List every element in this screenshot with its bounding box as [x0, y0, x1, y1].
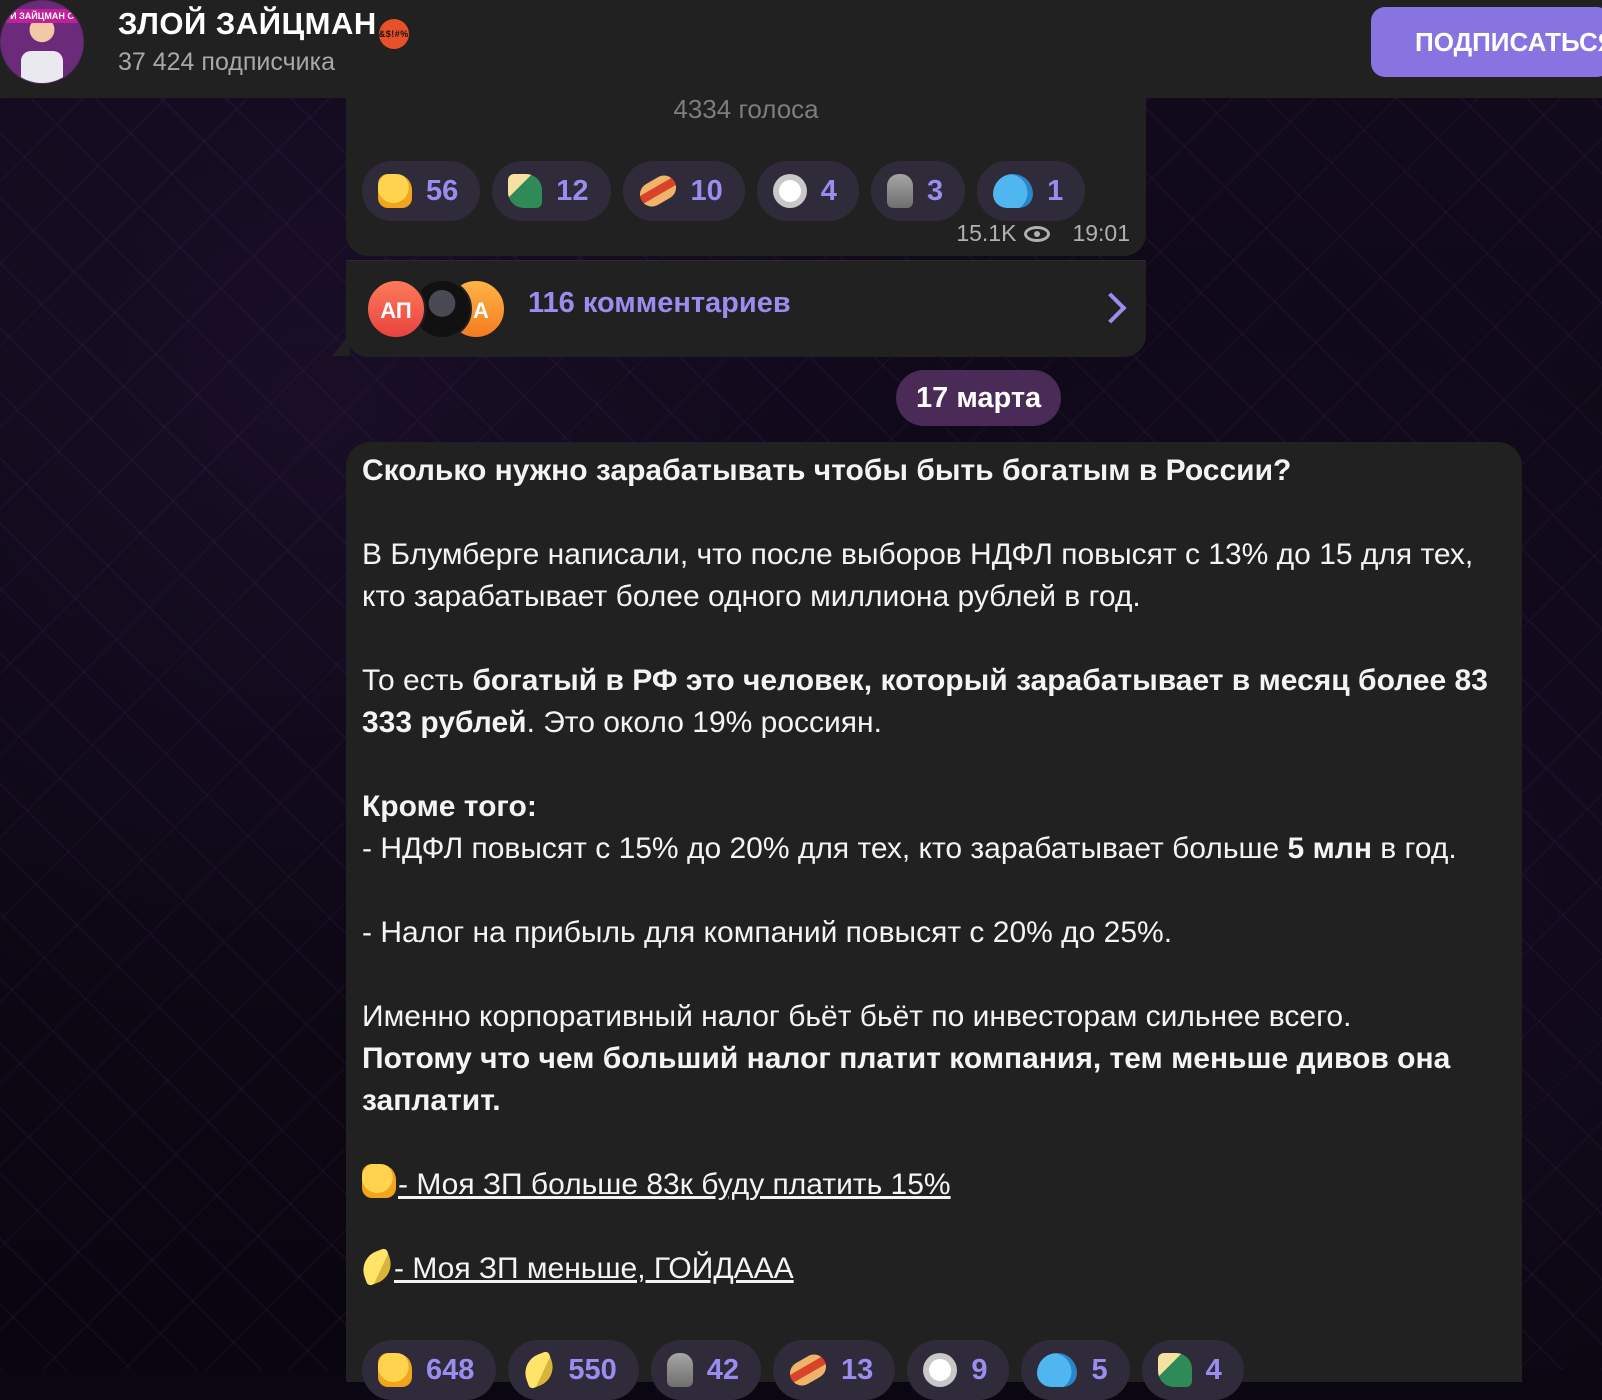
text-fragment: То есть: [362, 664, 473, 697]
thumbs-up-icon: [362, 1164, 396, 1198]
dove-icon: [923, 1353, 958, 1387]
reactions-bar: 56 12 10 4 3 1: [362, 161, 1086, 221]
reaction-hotdog[interactable]: 13: [773, 1340, 896, 1400]
previous-message: 4334 голоса 56 12 10 4 3 1 15.1K 19:01: [346, 94, 1146, 256]
post-reactions-bar: 648 550 42 13 9 5 4: [362, 1340, 1244, 1400]
channel-post: Сколько нужно зарабатывать чтобы быть бо…: [346, 442, 1522, 1400]
channel-title-text: ЗЛОЙ ЗАЙЦМАН: [118, 6, 377, 41]
reaction-count: 9: [971, 1353, 988, 1386]
reaction-whale[interactable]: 1: [977, 161, 1086, 221]
banana-icon: [520, 1350, 559, 1390]
reaction-dove[interactable]: 4: [756, 161, 859, 221]
subscribe-button[interactable]: ПОДПИСАТЬСЯ: [1371, 7, 1602, 77]
poll-votes-count: 4334 голоса: [673, 94, 819, 124]
channel-avatar[interactable]: И ЗАЙЦМАН С: [0, 0, 84, 84]
reaction-count: 4: [820, 174, 837, 207]
angry-face-icon: &$!#%: [378, 19, 409, 49]
reaction-champagne[interactable]: 12: [492, 161, 611, 221]
post-paragraph: То есть богатый в РФ это человек, которы…: [362, 660, 1492, 744]
post-paragraph: В Блумберге написали, что после выборов …: [362, 538, 1474, 613]
hotdog-icon: [635, 171, 680, 211]
post-title: Сколько нужно зарабатывать чтобы быть бо…: [362, 454, 1292, 487]
post-subheading: Кроме того:: [362, 790, 537, 823]
text-fragment: в год.: [1371, 832, 1457, 865]
reaction-thumbs-up[interactable]: 56: [362, 161, 481, 221]
reaction-count: 56: [426, 174, 459, 207]
vote-text: - Моя ЗП больше 83к буду платить 15%: [398, 1168, 951, 1201]
reaction-whale[interactable]: 5: [1021, 1340, 1130, 1400]
post-paragraph: - Налог на прибыль для компаний повысят …: [362, 916, 1173, 949]
reaction-count: 12: [556, 174, 589, 207]
text-fragment: . Это около 19% россиян.: [526, 706, 882, 739]
channel-title[interactable]: ЗЛОЙ ЗАЙЦМАН &$!#%: [118, 6, 409, 49]
vote-option-2: - Моя ЗП меньше, ГОЙДААА: [357, 1247, 1492, 1290]
eye-icon: [1024, 225, 1051, 242]
message-meta: 15.1K 19:01: [956, 220, 1130, 247]
reaction-count: 3: [926, 174, 944, 207]
reaction-dove[interactable]: 9: [907, 1340, 1010, 1400]
reaction-moai[interactable]: 3: [870, 161, 966, 221]
hotdog-icon: [785, 1350, 831, 1390]
thumbs-up-icon: [378, 1353, 412, 1387]
reaction-count: 4: [1205, 1353, 1222, 1386]
post-paragraph-bold: Потому что чем больший налог платит комп…: [362, 1042, 1451, 1117]
whale-icon: [993, 174, 1034, 208]
reaction-champagne[interactable]: 4: [1141, 1340, 1244, 1400]
commenter-avatar: АП: [366, 279, 426, 339]
views-count: 15.1K: [956, 220, 1017, 246]
vote-text: - Моя ЗП меньше, ГОЙДААА: [394, 1252, 794, 1285]
reaction-hotdog[interactable]: 10: [622, 161, 745, 221]
bubble-tail: [332, 334, 350, 356]
champagne-icon: [508, 174, 543, 208]
post-paragraph: Именно корпоративный налог бьёт бьёт по …: [362, 1000, 1352, 1033]
channel-header: И ЗАЙЦМАН С ЗЛОЙ ЗАЙЦМАН &$!#% 37 424 под…: [0, 0, 1602, 98]
whale-icon: [1037, 1353, 1078, 1387]
banana-icon: [357, 1247, 397, 1287]
reaction-banana[interactable]: 550: [508, 1340, 639, 1400]
post-text: Сколько нужно зарабатывать чтобы быть бо…: [357, 450, 1492, 1290]
reaction-count: 42: [706, 1353, 740, 1386]
reaction-count: 10: [690, 174, 723, 207]
reaction-count: 1: [1047, 174, 1064, 207]
subscriber-count: 37 424 подписчика: [118, 48, 335, 76]
dove-icon: [772, 174, 807, 208]
thumbs-up-icon: [378, 174, 412, 208]
avatar-band-text: И ЗАЙЦМАН С: [1, 9, 83, 23]
text-fragment: - НДФЛ повысят с 15% до 20% для тех, кто…: [362, 832, 1288, 865]
date-separator: 17 марта: [896, 370, 1062, 426]
comments-count-label: 116 комментариев: [528, 287, 791, 319]
reaction-count: 13: [841, 1353, 874, 1386]
reaction-count: 5: [1091, 1353, 1108, 1386]
reaction-moai[interactable]: 42: [650, 1340, 762, 1400]
champagne-icon: [1157, 1353, 1192, 1387]
commenter-avatars: АП А: [366, 279, 516, 341]
moai-icon: [886, 174, 913, 208]
chevron-right-icon: [1095, 292, 1127, 324]
bold-text: 5 млн: [1287, 832, 1372, 865]
message-time: 19:01: [1072, 220, 1130, 246]
vote-option-1: - Моя ЗП больше 83к буду платить 15%: [362, 1164, 1492, 1206]
avatar-figure: [21, 51, 63, 83]
moai-icon: [666, 1353, 693, 1387]
reaction-thumbs-up[interactable]: 648: [362, 1340, 497, 1400]
reaction-count: 550: [568, 1353, 617, 1386]
comments-button[interactable]: АП А 116 комментариев: [346, 260, 1146, 357]
reaction-count: 648: [426, 1353, 475, 1386]
post-paragraph: - НДФЛ повысят с 15% до 20% для тех, кто…: [362, 828, 1492, 870]
